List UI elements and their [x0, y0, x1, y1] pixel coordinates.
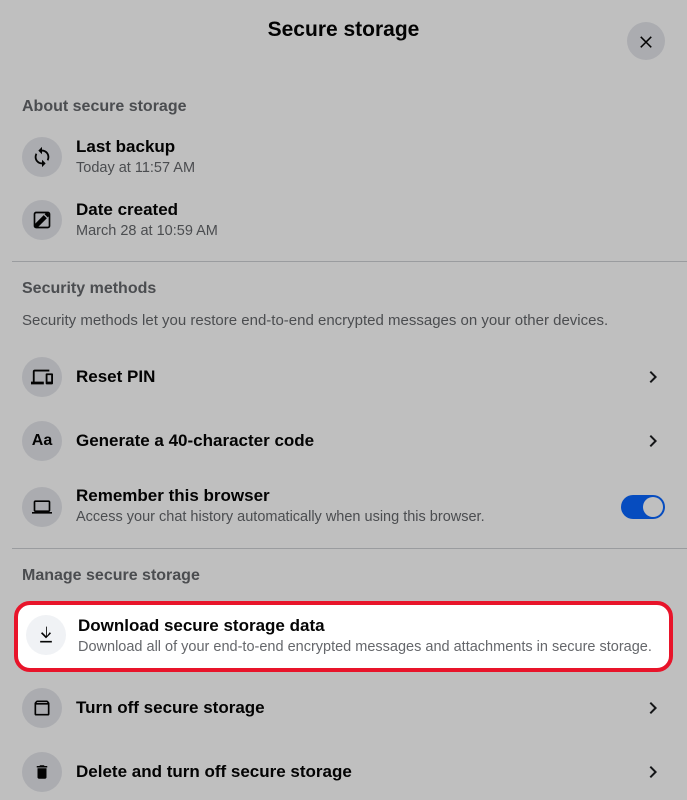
security-heading: Security methods	[0, 262, 687, 310]
date-created-title: Date created	[76, 199, 665, 221]
chevron-right-icon	[641, 760, 665, 784]
edit-box-icon	[22, 200, 62, 240]
download-storage-row[interactable]: Download secure storage data Download al…	[14, 601, 673, 672]
chevron-right-icon	[641, 696, 665, 720]
header: Secure storage	[0, 0, 687, 70]
text-icon: Aa	[22, 421, 62, 461]
delete-turn-off-row[interactable]: Delete and turn off secure storage	[0, 744, 687, 800]
download-sub: Download all of your end-to-end encrypte…	[78, 638, 661, 658]
sync-icon	[22, 137, 62, 177]
delete-title: Delete and turn off secure storage	[76, 761, 641, 783]
date-created-row: Date created March 28 at 10:59 AM	[0, 191, 687, 250]
remember-toggle[interactable]	[621, 495, 665, 519]
generate-code-title: Generate a 40-character code	[76, 430, 641, 452]
close-button[interactable]	[627, 22, 665, 60]
remember-sub: Access your chat history automatically w…	[76, 508, 621, 528]
reset-pin-title: Reset PIN	[76, 366, 641, 388]
laptop-icon	[22, 487, 62, 527]
close-icon	[637, 32, 655, 50]
last-backup-title: Last backup	[76, 136, 665, 158]
page-title: Secure storage	[268, 18, 420, 42]
date-created-sub: March 28 at 10:59 AM	[76, 222, 665, 242]
security-desc: Security methods let you restore end-to-…	[0, 310, 687, 349]
reset-pin-row[interactable]: Reset PIN	[0, 349, 687, 405]
archive-icon	[22, 688, 62, 728]
download-icon	[26, 615, 66, 655]
toggle-knob	[643, 497, 663, 517]
devices-icon	[22, 357, 62, 397]
manage-heading: Manage secure storage	[0, 549, 687, 597]
about-heading: About secure storage	[0, 70, 687, 128]
remember-browser-row[interactable]: Remember this browser Access your chat h…	[0, 477, 687, 536]
last-backup-row: Last backup Today at 11:57 AM	[0, 128, 687, 187]
generate-code-row[interactable]: Aa Generate a 40-character code	[0, 413, 687, 469]
turn-off-title: Turn off secure storage	[76, 697, 641, 719]
trash-icon	[22, 752, 62, 792]
download-title: Download secure storage data	[78, 615, 661, 637]
chevron-right-icon	[641, 429, 665, 453]
remember-title: Remember this browser	[76, 485, 621, 507]
chevron-right-icon	[641, 365, 665, 389]
last-backup-sub: Today at 11:57 AM	[76, 159, 665, 179]
turn-off-row[interactable]: Turn off secure storage	[0, 680, 687, 736]
